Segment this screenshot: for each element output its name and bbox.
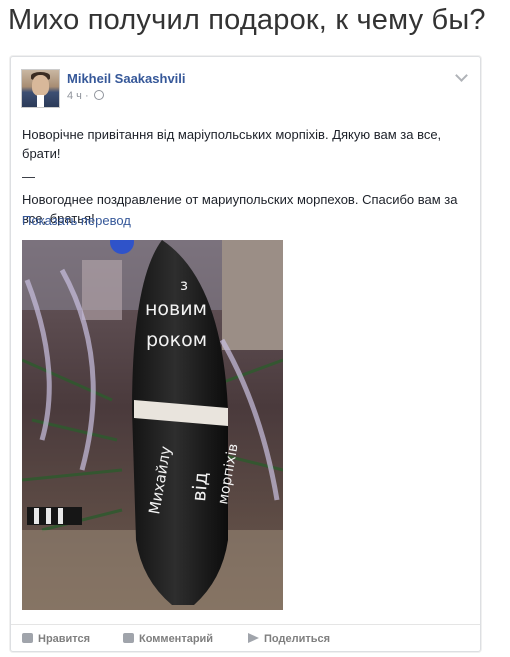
share-label: Поделиться [264,633,331,645]
mortar-shell-photo: з новим роком Михайлу від морпіхів [22,240,283,610]
post-text-ua: Новорічне привітання від маріупольських … [22,127,442,161]
inscription-top-line3: роком [146,329,207,351]
share-button[interactable]: Поделиться [248,633,330,645]
like-button[interactable]: Нравится [22,633,90,645]
post-meta: 4 ч · [67,90,104,102]
inscription-top-line2: новим [145,298,207,320]
page-headline: Михо получил подарок, к чему бы? [8,4,486,36]
thumbs-up-icon [22,633,33,643]
inscription-top-line1: з [180,276,188,294]
avatar-face [32,75,49,96]
author-name[interactable]: Mikheil Saakashvili [67,71,186,86]
comment-button[interactable]: Комментарий [123,633,213,645]
globe-icon [93,90,104,100]
chevron-down-icon[interactable] [455,69,468,82]
speech-bubble-icon [123,633,134,643]
post-actions-bar: Нравится Комментарий Поделиться [11,624,480,651]
share-arrow-icon [248,633,259,643]
inscription-side2: від [188,471,212,502]
facebook-post-card: Mikheil Saakashvili 4 ч · Новорічне прив… [10,56,481,652]
post-time[interactable]: 4 ч [67,90,82,102]
show-translation-link[interactable]: Показать перевод [22,213,131,228]
comment-label: Комментарий [139,633,214,645]
like-label: Нравится [38,633,91,645]
author-avatar[interactable] [21,69,60,108]
post-photo[interactable]: з новим роком Михайлу від морпіхів [22,240,283,610]
meta-separator: · [84,90,89,102]
post-text-divider: — [22,169,35,184]
avatar-shirt [37,95,44,107]
